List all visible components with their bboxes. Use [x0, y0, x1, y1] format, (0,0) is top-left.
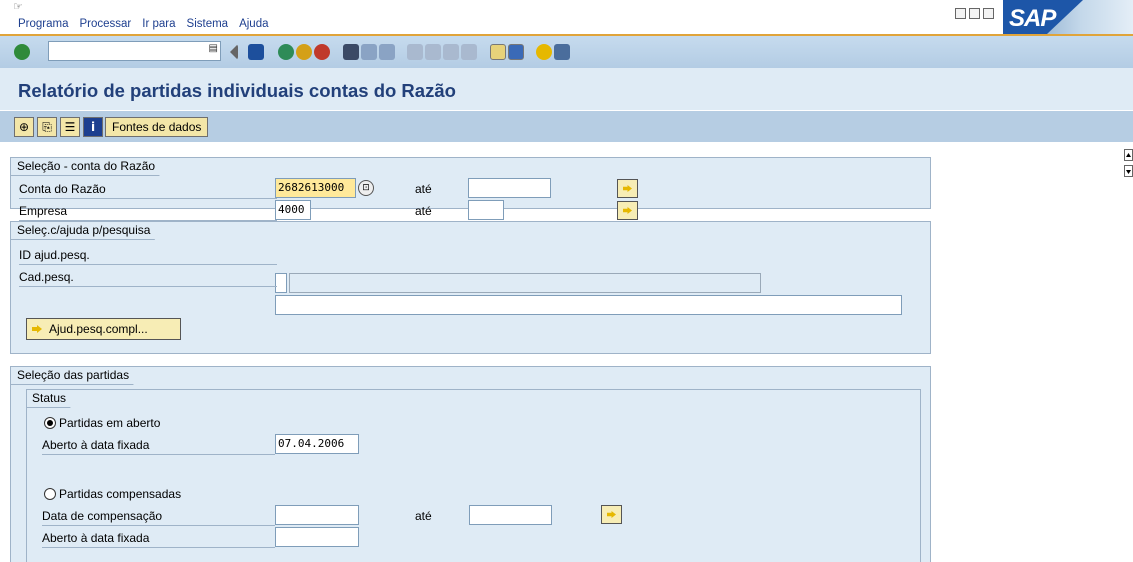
maximize-icon[interactable]	[969, 8, 980, 19]
fontes-de-dados-button[interactable]: Fontes de dados	[105, 117, 209, 137]
group-title: Seleç.c/ajuda p/pesquisa	[11, 222, 168, 240]
ok-code-field[interactable]: ▤	[48, 41, 221, 61]
application-toolbar: ⊕ ⎘ ☰ i Fontes de dados	[0, 110, 1133, 142]
id-ajud-pesq-description	[289, 273, 761, 293]
data-comp-multiple-selection-button[interactable]	[601, 505, 622, 524]
title-bar: Relatório de partidas individuais contas…	[0, 78, 1133, 110]
ate-label: até	[415, 204, 432, 218]
radio-partidas-compensadas[interactable]	[44, 488, 56, 500]
back-arrow-icon[interactable]	[230, 44, 238, 60]
menu-toggle-icon[interactable]: ☞	[13, 0, 23, 13]
menu-ajuda[interactable]: Ajuda	[239, 18, 268, 30]
last-page-icon[interactable]	[461, 44, 477, 60]
scroll-up-icon[interactable]	[1124, 149, 1133, 161]
data-compensacao-ate-input[interactable]	[469, 505, 552, 525]
radio-partidas-compensadas-label: Partidas compensadas	[59, 487, 182, 501]
page-title: Relatório de partidas individuais contas…	[18, 80, 456, 101]
enter-icon[interactable]	[14, 44, 30, 60]
sap-logo: SAP	[1003, 0, 1133, 34]
back-icon[interactable]	[278, 44, 294, 60]
cancel-icon[interactable]	[314, 44, 330, 60]
conta-razao-input[interactable]: 2682613000	[275, 178, 356, 198]
ate-label: até	[415, 509, 432, 523]
menu-items: Programa Processar Ir para Sistema Ajuda	[18, 18, 269, 30]
customize-icon[interactable]	[554, 44, 570, 60]
arrow-right-icon	[32, 325, 42, 333]
status-group: Status Partidas em aberto Aberto à data …	[26, 389, 921, 562]
aberto-data-fixada-2-input[interactable]	[275, 527, 359, 547]
menu-ir-para[interactable]: Ir para	[142, 18, 175, 30]
aberto-data-fixada-label: Aberto à data fixada	[42, 436, 275, 455]
minimize-icon[interactable]	[955, 8, 966, 19]
radio-partidas-aberto-label: Partidas em aberto	[59, 416, 161, 430]
id-ajud-pesq-label: ID ajud.pesq.	[19, 246, 277, 265]
menu-processar[interactable]: Processar	[80, 18, 132, 30]
aberto-data-fixada-2-label: Aberto à data fixada	[42, 529, 275, 548]
close-icon[interactable]	[983, 8, 994, 19]
menu-programa[interactable]: Programa	[18, 18, 69, 30]
create-session-icon[interactable]	[490, 44, 506, 60]
scroll-down-icon[interactable]	[1124, 165, 1133, 177]
group-ajuda-pesquisa: Seleç.c/ajuda p/pesquisa ID ajud.pesq. C…	[10, 221, 931, 354]
conta-razao-ate-input[interactable]	[468, 178, 551, 198]
previous-page-icon[interactable]	[425, 44, 441, 60]
conta-multiple-selection-button[interactable]	[617, 179, 638, 198]
empresa-input[interactable]: 4000	[275, 200, 311, 220]
selection-screen: Seleção - conta do Razão Conta do Razão …	[0, 142, 1133, 562]
shortcut-icon[interactable]	[508, 44, 524, 60]
next-page-icon[interactable]	[443, 44, 459, 60]
find-icon[interactable]	[361, 44, 377, 60]
menu-bar: ☞ Programa Processar Ir para Sistema Aju…	[0, 0, 1133, 34]
empresa-multiple-selection-button[interactable]	[617, 201, 638, 220]
status-title: Status	[27, 390, 84, 408]
window-controls	[955, 8, 994, 19]
empresa-label: Empresa	[19, 202, 277, 221]
save-icon[interactable]	[248, 44, 264, 60]
group-selecao-partidas: Seleção das partidas Status Partidas em …	[10, 366, 931, 562]
radio-partidas-aberto[interactable]	[44, 417, 56, 429]
ajud-pesq-compl-button[interactable]: Ajud.pesq.compl...	[26, 318, 181, 340]
dropdown-icon[interactable]: ▤	[209, 43, 218, 54]
help-icon[interactable]	[536, 44, 552, 60]
group-conta-razao: Seleção - conta do Razão Conta do Razão …	[10, 157, 931, 221]
data-compensacao-input[interactable]	[275, 505, 359, 525]
info-icon[interactable]: i	[83, 117, 103, 137]
group-title: Seleção - conta do Razão	[11, 158, 173, 176]
standard-toolbar: ▤	[0, 34, 1133, 68]
exit-icon[interactable]	[296, 44, 312, 60]
menu-sistema[interactable]: Sistema	[187, 18, 229, 30]
data-compensacao-label: Data de compensação	[42, 507, 275, 526]
selection-options-icon[interactable]: ☰	[60, 117, 80, 137]
ajud-pesq-compl-label: Ajud.pesq.compl...	[49, 322, 148, 336]
aberto-data-fixada-input[interactable]: 07.04.2006	[275, 434, 359, 454]
find-next-icon[interactable]	[379, 44, 395, 60]
conta-razao-label: Conta do Razão	[19, 180, 277, 199]
print-icon[interactable]	[343, 44, 359, 60]
cad-pesq-input[interactable]	[275, 295, 902, 315]
multiple-selection-icon[interactable]: ⊡	[358, 180, 374, 196]
ate-label: até	[415, 182, 432, 196]
execute-icon[interactable]: ⊕	[14, 117, 34, 137]
get-variant-icon[interactable]: ⎘	[37, 117, 57, 137]
empresa-ate-input[interactable]	[468, 200, 504, 220]
first-page-icon[interactable]	[407, 44, 423, 60]
group-title: Seleção das partidas	[11, 367, 147, 385]
cad-pesq-label: Cad.pesq.	[19, 268, 277, 287]
